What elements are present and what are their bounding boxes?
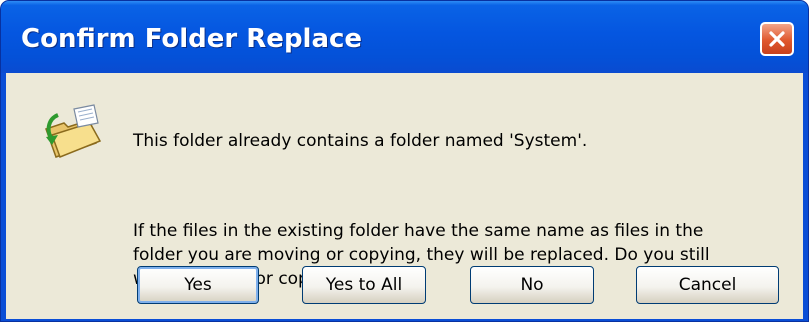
window-title: Confirm Folder Replace [21,24,363,54]
dialog-body: This folder already contains a folder na… [6,73,803,319]
cancel-button[interactable]: Cancel [636,266,779,304]
folder-move-icon [38,101,110,165]
title-bar[interactable]: Confirm Folder Replace [1,1,808,73]
close-icon [769,31,785,47]
message-line-1: This folder already contains a folder na… [133,131,588,151]
yes-to-all-button[interactable]: Yes to All [302,266,426,304]
dialog-window: Confirm Folder Replace This folder alrea… [0,0,809,322]
close-button[interactable] [760,22,794,56]
no-button[interactable]: No [470,266,594,304]
yes-button[interactable]: Yes [137,266,259,304]
